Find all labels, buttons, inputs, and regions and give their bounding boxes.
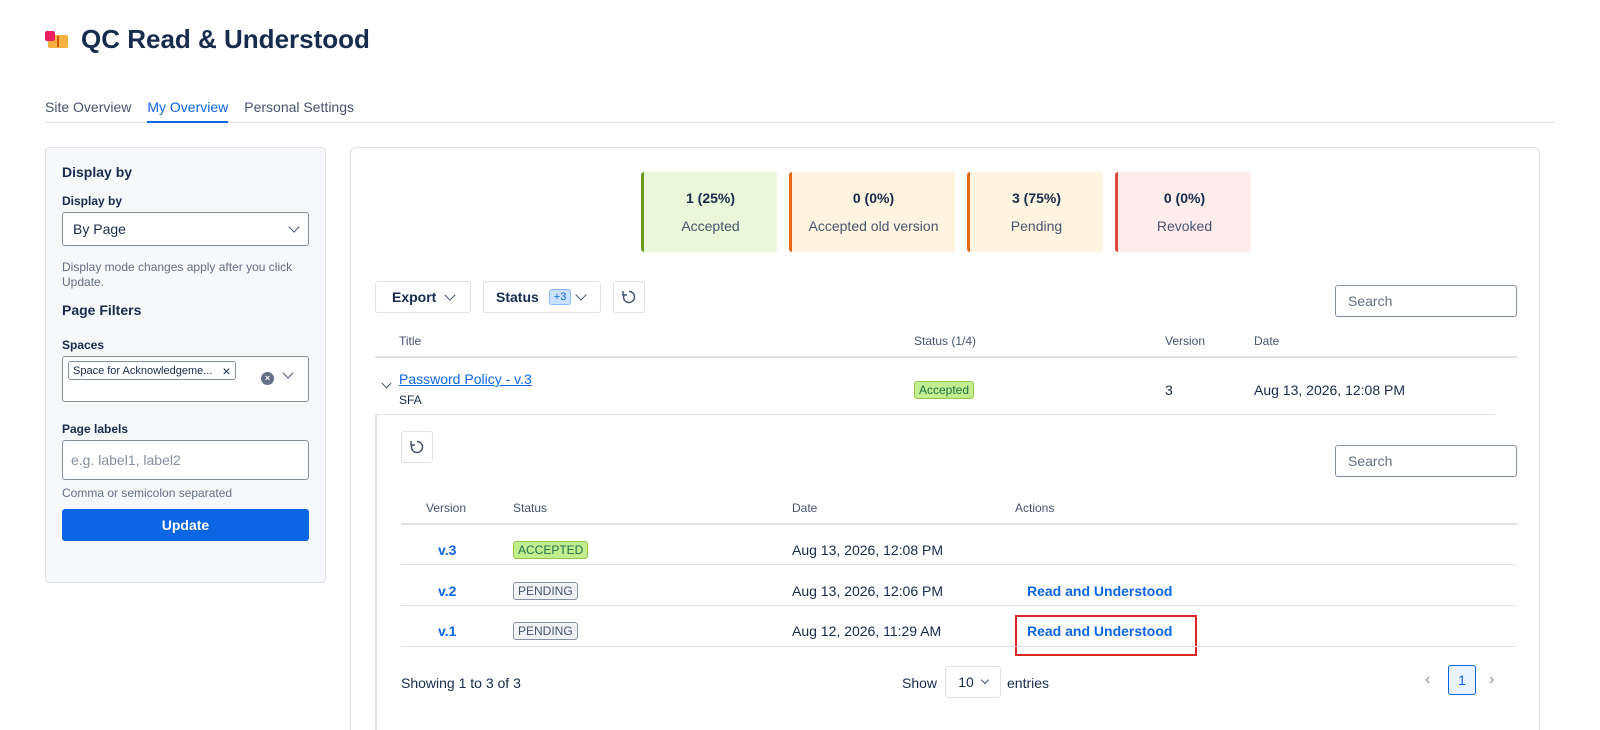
- column-header-version[interactable]: Version: [1165, 334, 1205, 348]
- stat-value: 1 (25%): [685, 190, 736, 206]
- stat-label: Accepted old version: [808, 218, 939, 234]
- space-chip: Space for Acknowledgeme... ×: [68, 361, 236, 380]
- app-logo-icon: [45, 29, 69, 51]
- highlight-box: [1015, 615, 1197, 656]
- chevron-down-icon: [444, 289, 456, 301]
- detail-refresh-button[interactable]: [401, 431, 433, 463]
- date-value: Aug 13, 2026, 12:06 PM: [792, 583, 943, 599]
- space-key: SFA: [399, 393, 422, 407]
- page-size-select[interactable]: 10: [945, 666, 1001, 698]
- export-label: Export: [392, 289, 437, 305]
- column-header-date[interactable]: Date: [1254, 334, 1279, 348]
- display-by-label: Display by: [62, 194, 123, 208]
- detail-header-divider: [401, 523, 1517, 525]
- column-header-status[interactable]: Status (1/4): [914, 334, 976, 348]
- tab-bar: Site Overview My Overview Personal Setti…: [45, 96, 1555, 123]
- column-header-date[interactable]: Date: [792, 501, 817, 515]
- version-link[interactable]: v.1: [438, 623, 456, 639]
- next-page-icon[interactable]: ›: [1489, 671, 1494, 689]
- chevron-down-icon[interactable]: [282, 367, 294, 379]
- status-filter-label: Status: [496, 289, 539, 305]
- status-badge: ACCEPTED: [513, 541, 589, 559]
- column-header-status[interactable]: Status: [513, 501, 547, 515]
- display-by-select[interactable]: By Page: [62, 212, 309, 246]
- refresh-icon: [410, 440, 424, 454]
- row-divider: [401, 605, 1517, 606]
- chevron-down-icon: [575, 289, 588, 301]
- tab-my-overview[interactable]: My Overview: [147, 96, 229, 123]
- status-lozenge: PENDING: [513, 582, 578, 600]
- column-header-title[interactable]: Title: [399, 334, 421, 348]
- detail-search-input[interactable]: [1335, 445, 1517, 477]
- date-value: Aug 13, 2026, 12:08 PM: [1254, 382, 1405, 398]
- spaces-label: Spaces: [62, 338, 105, 352]
- stat-accepted-old: 0 (0%) Accepted old version: [789, 172, 955, 252]
- stat-value: 0 (0%): [852, 190, 895, 206]
- space-chip-label: Space for Acknowledgeme...: [73, 364, 213, 377]
- stat-label: Accepted: [681, 218, 740, 234]
- chevron-down-icon: [381, 378, 392, 389]
- status-lozenge: PENDING: [513, 622, 578, 640]
- page-title: QC Read & Understood: [81, 24, 370, 54]
- app-header: QC Read & Understood: [45, 24, 370, 55]
- chevron-down-icon: [980, 675, 990, 685]
- expand-row-toggle[interactable]: [381, 374, 392, 390]
- header-divider: [375, 356, 1517, 358]
- tab-site-overview[interactable]: Site Overview: [45, 96, 131, 123]
- status-badge: Accepted: [914, 381, 975, 399]
- stat-accepted: 1 (25%) Accepted: [641, 172, 777, 252]
- filter-sidebar: Display by Display by By Page Display mo…: [45, 147, 326, 583]
- update-button[interactable]: Update: [62, 509, 309, 541]
- stat-label: Pending: [1010, 218, 1063, 234]
- page-labels-input[interactable]: [62, 440, 309, 480]
- search-input[interactable]: [1335, 285, 1517, 317]
- row-divider: [375, 414, 1495, 415]
- page-button[interactable]: 1: [1448, 665, 1476, 695]
- version-link[interactable]: v.3: [438, 542, 456, 558]
- display-by-value: By Page: [73, 221, 126, 237]
- status-badge: PENDING: [513, 622, 578, 640]
- spaces-multiselect[interactable]: Space for Acknowledgeme... × ×: [62, 356, 309, 402]
- read-and-understood-button[interactable]: Read and Understood: [1027, 583, 1172, 599]
- page-filters-heading: Page Filters: [62, 302, 142, 318]
- page-size-value: 10: [958, 674, 974, 690]
- export-button[interactable]: Export: [375, 281, 471, 313]
- column-header-actions[interactable]: Actions: [1015, 501, 1054, 515]
- refresh-button[interactable]: [613, 281, 645, 313]
- stat-value: 3 (75%): [1011, 190, 1062, 206]
- overview-panel: 1 (25%) Accepted 0 (0%) Accepted old ver…: [350, 147, 1540, 730]
- version-link[interactable]: v.2: [438, 583, 456, 599]
- display-help-text: Display mode changes apply after you cli…: [62, 260, 293, 289]
- row-divider: [401, 646, 1517, 647]
- stat-revoked: 0 (0%) Revoked: [1115, 172, 1251, 252]
- status-lozenge: Accepted: [914, 381, 975, 399]
- status-filter-button[interactable]: Status +3: [483, 281, 601, 313]
- status-lozenge: ACCEPTED: [513, 541, 589, 559]
- page-labels-label: Page labels: [62, 422, 129, 436]
- detail-indent-bar: [375, 414, 377, 730]
- page-title-link[interactable]: Password Policy - v.3: [399, 371, 532, 387]
- show-label: Show: [902, 675, 938, 691]
- stat-label: Revoked: [1156, 218, 1213, 234]
- clear-icon[interactable]: ×: [261, 372, 274, 385]
- status-badge: PENDING: [513, 582, 578, 600]
- chevron-down-icon: [288, 221, 300, 233]
- remove-chip-icon[interactable]: ×: [222, 364, 230, 378]
- prev-page-icon[interactable]: ‹: [1425, 671, 1430, 689]
- tab-personal-settings[interactable]: Personal Settings: [244, 96, 354, 123]
- date-value: Aug 12, 2026, 11:29 AM: [792, 623, 942, 639]
- stat-pending: 3 (75%) Pending: [967, 172, 1103, 252]
- entries-label: entries: [1007, 675, 1050, 691]
- status-count-badge: +3: [548, 289, 572, 305]
- date-value: Aug 13, 2026, 12:08 PM: [792, 542, 943, 558]
- showing-entries-text: Showing 1 to 3 of 3: [401, 675, 521, 691]
- display-by-heading: Display by: [62, 164, 133, 180]
- row-divider: [401, 564, 1517, 565]
- labels-help-text: Comma or semicolon separated: [62, 486, 233, 500]
- version-value: 3: [1165, 382, 1173, 398]
- column-header-version[interactable]: Version: [426, 501, 466, 515]
- refresh-icon: [622, 290, 636, 304]
- stat-value: 0 (0%): [1163, 190, 1206, 206]
